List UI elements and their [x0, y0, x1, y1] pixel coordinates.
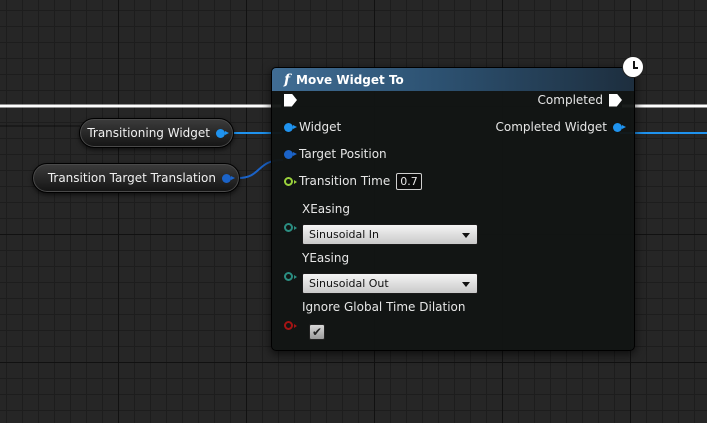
variable-output-pin[interactable] — [222, 173, 235, 183]
variable-output-pin[interactable] — [216, 128, 229, 138]
node-header[interactable]: f Move Widget To — [272, 68, 634, 91]
completed-label: Completed — [537, 93, 603, 107]
enum-pin-icon — [284, 271, 297, 281]
transition-time-input-pin[interactable]: Transition Time 0.7 — [284, 172, 422, 190]
exec-input-pin[interactable] — [284, 93, 297, 107]
object-pin-icon — [613, 122, 626, 132]
bool-pin-icon — [284, 320, 297, 330]
transition-time-label: Transition Time — [299, 174, 391, 188]
y-easing-dropdown[interactable]: Sinusoidal Out — [302, 273, 478, 294]
widget-label: Widget — [299, 120, 342, 134]
checkmark-icon: ✔ — [311, 325, 323, 339]
enum-pin-icon — [284, 222, 297, 232]
completed-widget-label: Completed Widget — [495, 120, 607, 134]
ignore-dilation-checkbox[interactable]: ✔ — [309, 324, 325, 340]
variable-label: Transition Target Translation — [47, 171, 216, 185]
y-easing-value: Sinusoidal Out — [309, 277, 389, 290]
completed-output-pin[interactable]: Completed — [538, 93, 622, 107]
x-easing-label: XEasing — [302, 202, 350, 216]
chevron-down-icon — [462, 233, 470, 238]
transition-time-field[interactable]: 0.7 — [396, 172, 422, 190]
chevron-down-icon — [462, 282, 470, 287]
x-easing-value: Sinusoidal In — [309, 228, 379, 241]
y-easing-input-pin[interactable] — [284, 271, 297, 281]
transition-target-translation-variable[interactable]: Transition Target Translation — [32, 163, 240, 193]
ignore-dilation-input-pin[interactable] — [284, 320, 297, 330]
float-pin-icon — [284, 176, 297, 186]
y-easing-label: YEasing — [302, 251, 350, 265]
ignore-dilation-label: Ignore Global Time Dilation — [302, 300, 466, 314]
widget-input-pin[interactable]: Widget — [284, 120, 341, 134]
target-position-label: Target Position — [299, 147, 387, 161]
exec-pin-icon — [284, 93, 297, 107]
transitioning-widget-variable[interactable]: Transitioning Widget — [79, 118, 234, 148]
function-icon: f — [284, 71, 291, 88]
exec-pin-icon — [609, 93, 622, 107]
vector-pin-icon — [284, 149, 297, 159]
move-widget-to-node[interactable]: f Move Widget To Completed Widget Comple… — [271, 56, 644, 351]
x-easing-dropdown[interactable]: Sinusoidal In — [302, 224, 478, 245]
completed-widget-output-pin[interactable]: Completed Widget — [495, 120, 626, 134]
x-easing-input-pin[interactable] — [284, 222, 297, 232]
object-pin-icon — [284, 122, 297, 132]
variable-label: Transitioning Widget — [87, 126, 210, 140]
target-position-input-pin[interactable]: Target Position — [284, 147, 387, 161]
clock-icon — [622, 56, 644, 78]
node-title: Move Widget To — [296, 72, 404, 87]
